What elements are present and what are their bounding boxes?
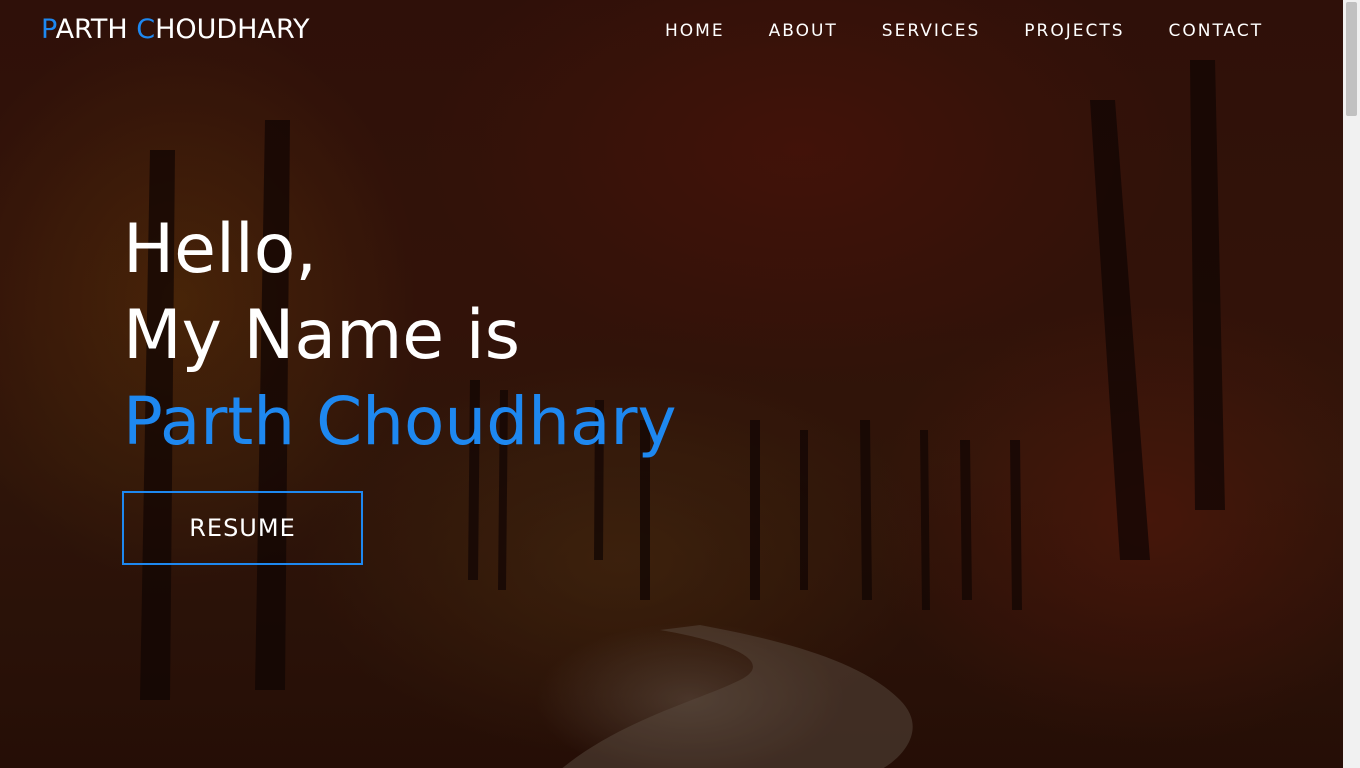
nav-link-about[interactable]: ABOUT bbox=[769, 21, 838, 41]
page-scrollbar[interactable] bbox=[1343, 0, 1360, 768]
scrollbar-thumb[interactable] bbox=[1346, 2, 1357, 116]
brand-last-rest: HOUDHARY bbox=[155, 14, 310, 45]
page: PARTH CHOUDHARY HOME ABOUT SERVICES PROJ… bbox=[0, 0, 1360, 768]
hero-heading: Hello, My Name is Parth Choudhary bbox=[123, 207, 677, 465]
brand-logo[interactable]: PARTH CHOUDHARY bbox=[41, 14, 309, 45]
brand-last-initial: C bbox=[136, 14, 156, 45]
top-navbar: PARTH CHOUDHARY HOME ABOUT SERVICES PROJ… bbox=[0, 0, 1343, 62]
resume-button[interactable]: RESUME bbox=[122, 491, 363, 565]
nav-menu: HOME ABOUT SERVICES PROJECTS CONTACT bbox=[665, 21, 1263, 41]
nav-link-contact[interactable]: CONTACT bbox=[1169, 21, 1264, 41]
nav-link-projects[interactable]: PROJECTS bbox=[1024, 21, 1124, 41]
nav-link-services[interactable]: SERVICES bbox=[882, 21, 980, 41]
hero-intro: My Name is bbox=[123, 296, 521, 375]
brand-first-rest: ARTH bbox=[55, 14, 137, 45]
brand-first-initial: P bbox=[41, 14, 56, 45]
hero-name: Parth Choudhary bbox=[123, 383, 677, 460]
nav-link-home[interactable]: HOME bbox=[665, 21, 725, 41]
hero-greeting: Hello, bbox=[123, 210, 317, 289]
